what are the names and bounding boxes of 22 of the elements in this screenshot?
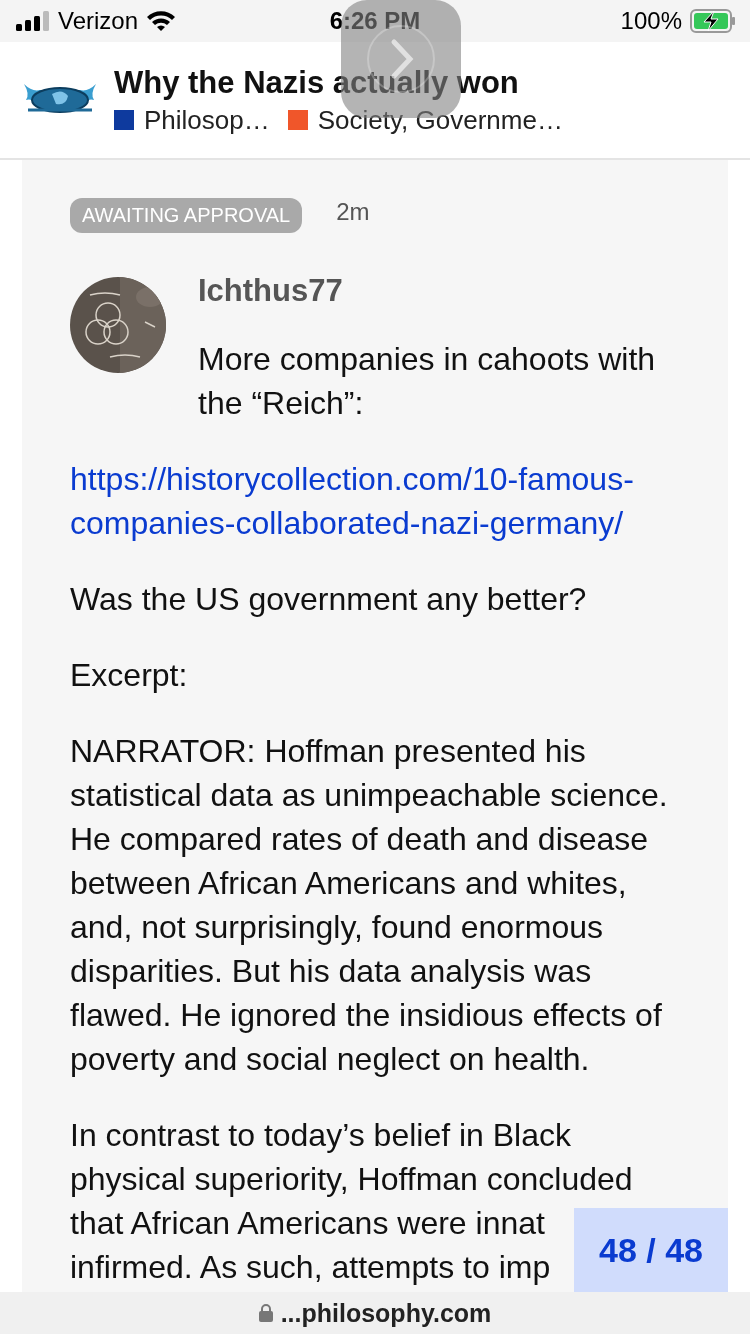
post-paragraph: Was the US government any better? [70, 580, 588, 619]
author-name[interactable]: Ichthus77 [198, 273, 678, 309]
post-age: 2m [336, 197, 370, 226]
paragraph-line: physical superiority, Hoffman concluded [70, 1161, 633, 1197]
paragraph-line: In contrast to today’s belief in Black [70, 1117, 571, 1153]
post-progress-indicator[interactable]: 48 / 48 [574, 1208, 728, 1292]
lock-icon [258, 1304, 273, 1322]
category-link[interactable]: Philosop… [144, 104, 270, 136]
battery-percent: 100% [620, 7, 682, 35]
status-badge: AWAITING APPROVAL [70, 198, 303, 233]
battery-charging-icon [690, 9, 736, 33]
post-paragraph: More companies in cahoots with the “Reich”: [198, 340, 657, 423]
paragraph-line: that African Americans were innat [70, 1205, 545, 1241]
topic-title: Why the Nazis actually won [114, 64, 520, 101]
paragraph-line: infirmed. As such, attempts to imp [70, 1249, 551, 1285]
article-link[interactable]: https://historycollection.com/10-famous-companies-collaborated-nazi-germany/ [70, 457, 680, 545]
category-link[interactable]: Society, Governme… [317, 104, 563, 136]
wifi-icon [146, 10, 177, 32]
post-paragraph: NARRATOR: Hoffman presented his statistical data as unimpeachable science. He compared rates of death and disease between African Americans and whites, and, not surprisingly, found enormous disparities. But his data analysis was flawed. He ignored the insidious effects of poverty and social neglect on health. [70, 732, 669, 1079]
carrier-name: Verizon [58, 7, 139, 35]
post-paragraph: Excerpt: [70, 656, 189, 695]
signal-icon [16, 11, 50, 31]
